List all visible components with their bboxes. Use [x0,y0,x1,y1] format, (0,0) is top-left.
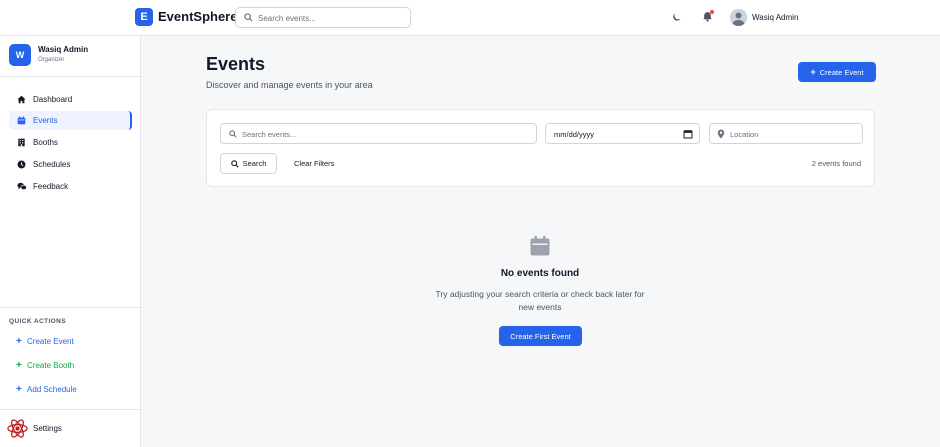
sidebar-user-name: Wasiq Admin [38,45,89,54]
plus-icon: + [16,384,22,395]
divider [0,409,140,410]
plus-icon: + [16,360,22,371]
sidebar-item-label: Events [33,116,58,125]
sidebar-item-label: Feedback [33,182,69,191]
divider [0,307,140,308]
page-subtitle: Discover and manage events in your area [206,80,373,90]
clock-icon [17,160,26,169]
notification-badge [710,10,714,14]
results-count: 2 events found [811,159,861,168]
search-icon [230,159,239,168]
location-field[interactable] [709,123,863,144]
sidebar-item-dashboard[interactable]: Dashboard [9,90,132,109]
quick-action-label: Add Schedule [27,385,77,394]
home-icon [17,95,26,104]
plus-icon: + [810,67,816,77]
create-event-button[interactable]: + Create Event [798,62,876,82]
sidebar-item-booths[interactable]: Booths [9,133,132,152]
sidebar-item-label: Schedules [33,160,71,169]
app-name[interactable]: EventSphere [158,9,237,24]
global-search[interactable] [235,7,411,28]
moon-icon[interactable] [672,12,682,22]
create-first-event-button[interactable]: Create First Event [499,326,582,346]
user-photo-icon [730,9,747,26]
search-icon [244,13,253,22]
sidebar-item-events[interactable]: Events [9,111,132,130]
logo-icon[interactable]: E [135,8,153,26]
global-search-input[interactable] [258,11,406,25]
search-icon [229,130,237,138]
date-placeholder: mm/dd/yyyy [554,130,595,139]
quick-action-create-booth[interactable]: + Create Booth [16,360,74,371]
sidebar-item-label: Booths [33,138,58,147]
quick-action-label: Create Booth [27,361,75,370]
search-button[interactable]: Search [220,153,277,174]
quick-action-add-schedule[interactable]: + Add Schedule [16,384,77,395]
sidebar-item-label: Dashboard [33,95,73,104]
sidebar-item-schedules[interactable]: Schedules [9,155,132,174]
settings-link[interactable]: Settings [33,424,62,433]
quick-action-create-event[interactable]: + Create Event [16,336,74,347]
calendar-icon [17,116,26,125]
top-bar: E EventSphere Wasiq Admin [0,0,940,36]
search-button-label: Search [242,159,267,168]
chat-icon [17,182,27,190]
quick-actions-title: QUICK ACTIONS [9,318,66,325]
divider [0,76,140,77]
building-icon [18,138,25,147]
empty-state-description: Try adjusting your search criteria or ch… [435,289,645,312]
location-pin-icon [717,129,725,139]
sidebar-user-role: Organizer [38,57,65,63]
event-search-input[interactable] [242,128,532,140]
user-name[interactable]: Wasiq Admin [752,13,798,22]
filter-panel: mm/dd/yyyy Search Clear Filters 2 events… [206,109,875,187]
date-field[interactable]: mm/dd/yyyy [545,123,700,144]
sidebar-avatar: W [9,44,31,66]
avatar[interactable] [730,9,747,26]
sidebar: W Wasiq Admin Organizer Dashboard Events… [0,36,141,447]
page-title: Events [206,54,266,74]
react-logo-icon[interactable] [6,417,29,440]
calendar-icon[interactable] [683,129,693,139]
clear-filters-button[interactable]: Clear Filters [289,153,339,174]
create-event-label: Create Event [819,67,864,77]
event-search-field[interactable] [220,123,537,144]
quick-action-label: Create Event [27,337,74,346]
location-input[interactable] [730,128,858,140]
plus-icon: + [16,336,22,347]
sidebar-item-feedback[interactable]: Feedback [9,177,132,196]
calendar-icon [530,235,550,256]
empty-state-title: No events found [500,268,580,279]
